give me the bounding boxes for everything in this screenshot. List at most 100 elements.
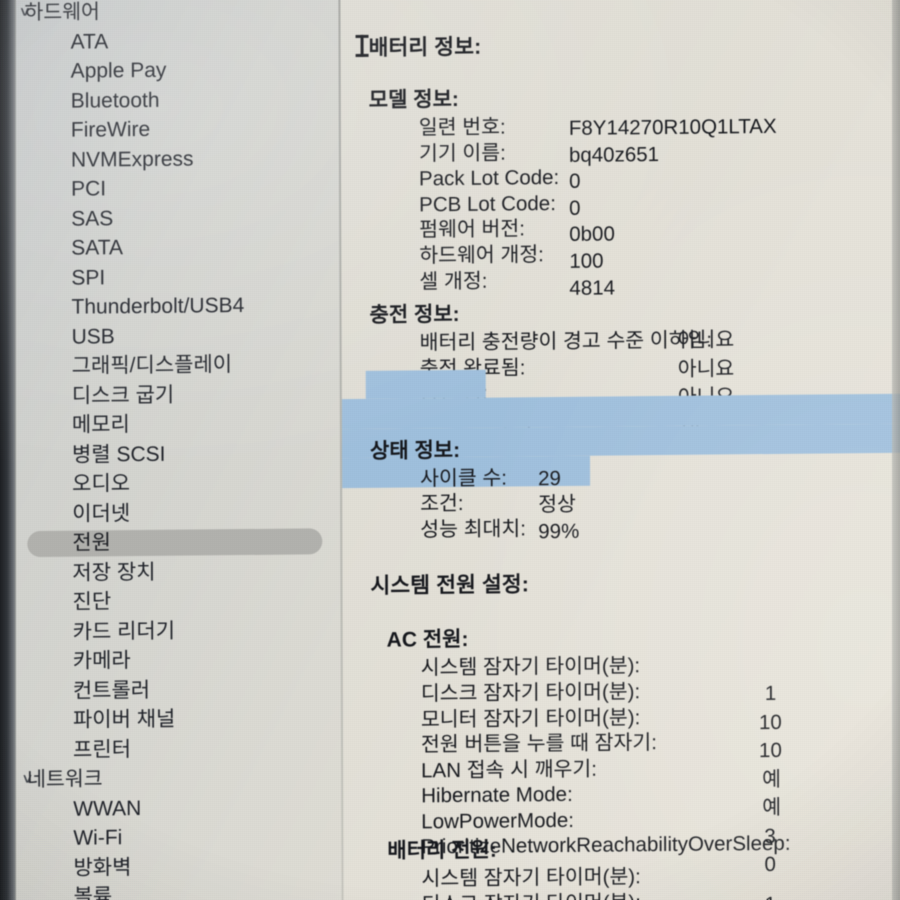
sidebar-item-pci[interactable]: PCI <box>0 172 343 205</box>
sidebar-item-label: 그래픽/디스플레이 <box>71 353 233 378</box>
row-value: 아니요 <box>677 328 735 353</box>
sidebar-item-label: 카메라 <box>72 649 131 673</box>
sidebar-group-label: 네트워크 <box>27 767 103 792</box>
row-value: 4814 <box>569 276 616 300</box>
sidebar-item-label: 디스크 굽기 <box>71 383 175 408</box>
ac-power-title: AC 전원: <box>386 628 469 652</box>
row-label: 디스크 잠자기 타이머(분): <box>422 890 641 900</box>
sidebar-item-label: WWAN <box>73 796 142 821</box>
sidebar-item-firewire[interactable]: FireWire <box>0 113 343 146</box>
row-label: 디스크 잠자기 타이머(분): <box>420 680 641 706</box>
sidebar-item-label: SPI <box>71 265 106 290</box>
sidebar-item-disc-burning[interactable]: 디스크 굽기 <box>0 379 344 412</box>
sidebar-item-label: 병렬 SCSI <box>71 442 166 467</box>
sidebar-item-volumes[interactable]: 볼륨 <box>1 880 345 900</box>
sidebar-item-camera[interactable]: 카메라 <box>1 644 345 677</box>
row-label: 하드웨어 개정: <box>419 243 544 268</box>
row-label: PCB Lot Code: <box>419 191 556 217</box>
sidebar-item-ethernet[interactable]: 이더넷 <box>0 497 344 530</box>
sidebar-item-storage[interactable]: 저장 장치 <box>0 556 344 589</box>
sidebar-item-fibre-channel[interactable]: 파이버 채널 <box>1 703 345 736</box>
battery-power-title: 배터리 전원: <box>387 838 497 863</box>
sidebar-item-label: 이더넷 <box>72 501 131 526</box>
sidebar-item-label: FireWire <box>70 117 151 142</box>
row-label: 시스템 잠자기 타이머(분): <box>421 865 641 891</box>
row-label: 시스템 잠자기 타이머(분): <box>420 654 641 680</box>
row-label: Pack Lot Code: <box>418 166 560 191</box>
detail-pane: 배터리 정보: 모델 정보: 일련 번호: F8Y14270R10Q1LTAX 기… <box>340 0 900 900</box>
sidebar-item-card-reader[interactable]: 카드 리더기 <box>1 615 345 648</box>
sidebar-item-label: 메모리 <box>71 413 130 437</box>
sidebar-item-label: 오디오 <box>72 472 131 496</box>
sidebar-item-label: Bluetooth <box>70 88 160 113</box>
sidebar-item-label: USB <box>71 324 115 349</box>
table-row: 성능 최대치: 99% <box>342 512 900 543</box>
sidebar-item-apple-pay[interactable]: Apple Pay <box>0 54 343 87</box>
sidebar-item-label: 저장 장치 <box>72 560 156 585</box>
row-label: 모니터 잠자기 타이머(분): <box>420 705 641 731</box>
sidebar-item-bluetooth[interactable]: Bluetooth <box>0 84 343 117</box>
sidebar-item-wifi[interactable]: Wi-Fi <box>1 821 345 854</box>
display-bezel-left <box>0 0 16 900</box>
system-power-title: 시스템 전원 설정: <box>370 572 530 599</box>
sidebar-item-label: 카드 리더기 <box>72 619 176 644</box>
row-label: LAN 접속 시 깨우기: <box>421 757 597 783</box>
row-label: 펌웨어 버전: <box>419 217 525 242</box>
page-title: 배터리 정보: <box>368 34 482 60</box>
sidebar-item-label: 컨트롤러 <box>72 678 151 703</box>
sidebar-item-firewall[interactable]: 방화벽 <box>1 851 345 884</box>
sidebar-item-label: Thunderbolt/USB4 <box>71 294 245 319</box>
charge-info-title: 충전 정보: <box>369 303 460 327</box>
row-label: 전원 버튼을 누를 때 잠자기: <box>420 731 657 757</box>
text-cursor-ibeam <box>360 34 364 57</box>
row-label: Hibernate Mode: <box>421 783 573 808</box>
row-label: LowPowerMode: <box>421 808 575 834</box>
sidebar-item-power[interactable]: 전원 <box>0 526 344 559</box>
sidebar-item-audio[interactable]: 오디오 <box>0 467 344 500</box>
health-info-title: 상태 정보: <box>369 438 461 463</box>
sidebar-item-label: 전원 <box>72 531 111 555</box>
sidebar-item-label: SAS <box>71 206 114 231</box>
system-information-window: ˅ 하드웨어 ATA Apple Pay Bluetooth FireWire … <box>0 0 900 900</box>
sidebar-item-printers[interactable]: 프린터 <box>1 733 345 766</box>
sidebar-item-label: PCI <box>71 177 107 201</box>
sidebar-item-label: ATA <box>70 29 109 54</box>
sidebar-item-label: SATA <box>71 236 124 260</box>
photographed-screen: ˅ 하드웨어 ATA Apple Pay Bluetooth FireWire … <box>0 0 900 900</box>
sidebar-group-hardware[interactable]: ˅ 하드웨어 <box>0 0 342 28</box>
text-selection-band <box>365 369 486 399</box>
sidebar-item-label: 방화벽 <box>73 855 132 880</box>
sidebar-item-controller[interactable]: 컨트롤러 <box>1 674 345 707</box>
sidebar-item-label: 볼륨 <box>73 885 113 900</box>
sidebar-item-spi[interactable]: SPI <box>0 261 343 294</box>
sidebar-item-label: NVMExpress <box>70 147 194 172</box>
display-bezel-right <box>892 0 900 900</box>
sidebar-item-graphics-displays[interactable]: 그래픽/디스플레이 <box>0 349 344 382</box>
sidebar-item-usb[interactable]: USB <box>0 320 344 353</box>
sidebar-item-thunderbolt-usb4[interactable]: Thunderbolt/USB4 <box>0 290 344 323</box>
row-label: 조건: <box>420 492 464 516</box>
sidebar-item-diagnostics[interactable]: 진단 <box>0 585 344 618</box>
row-value: 정상 <box>538 492 576 517</box>
row-value: 29 <box>538 466 561 490</box>
row-value: 1 <box>765 892 776 900</box>
sidebar-group-network[interactable]: ˅ 네트워크 <box>1 762 345 795</box>
sidebar-item-parallel-scsi[interactable]: 병렬 SCSI <box>0 438 344 471</box>
sidebar-item-sas[interactable]: SAS <box>0 202 343 235</box>
row-label: 셀 개정: <box>419 269 488 293</box>
sidebar-item-label: 파이버 채널 <box>72 707 176 732</box>
model-info-title: 모델 정보: <box>368 87 459 112</box>
row-label: 배터리 충전량이 경고 수준 이하임: <box>419 328 713 355</box>
row-label: 일련 번호: <box>418 115 506 140</box>
row-label: 기기 이름: <box>418 141 506 165</box>
sidebar-item-label: 진단 <box>72 590 112 614</box>
sidebar[interactable]: ˅ 하드웨어 ATA Apple Pay Bluetooth FireWire … <box>0 0 346 900</box>
sidebar-item-label: Apple Pay <box>70 58 167 83</box>
row-label: 성능 최대치: <box>420 517 526 542</box>
sidebar-item-memory[interactable]: 메모리 <box>0 408 344 441</box>
sidebar-item-sata[interactable]: SATA <box>0 231 343 264</box>
sidebar-item-nvmexpress[interactable]: NVMExpress <box>0 143 343 176</box>
sidebar-item-wwan[interactable]: WWAN <box>1 792 345 825</box>
sidebar-item-label: Wi-Fi <box>73 826 123 850</box>
sidebar-item-ata[interactable]: ATA <box>0 25 343 58</box>
